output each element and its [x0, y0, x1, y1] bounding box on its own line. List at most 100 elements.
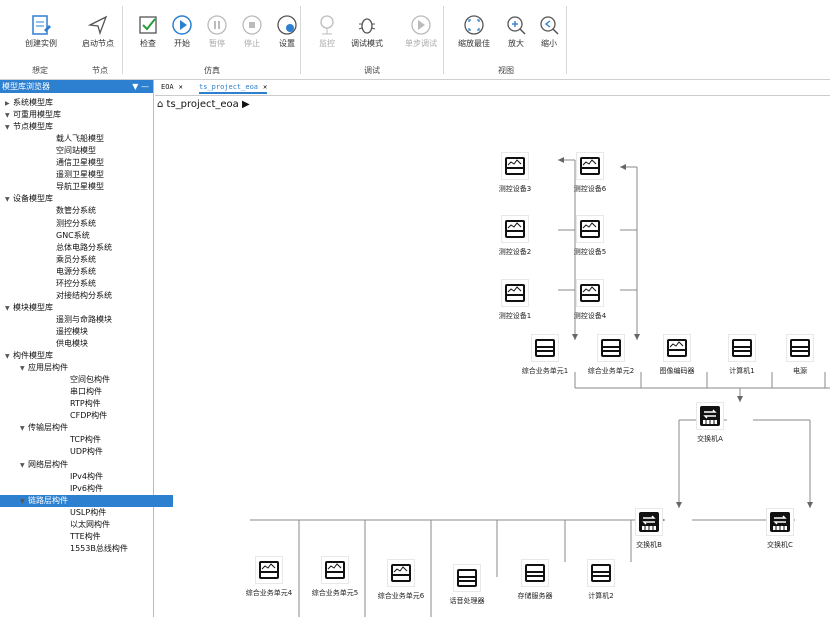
node-icon-box[interactable]: [696, 402, 724, 430]
tree-node[interactable]: 电源分系统: [56, 266, 96, 278]
node-icon-box[interactable]: [501, 215, 529, 243]
node-icon-box[interactable]: [521, 559, 549, 587]
tree-node-label: 遥测与命路模块: [56, 314, 112, 324]
tree-node[interactable]: 1553B总线构件: [70, 543, 128, 555]
node-icon-box[interactable]: [531, 334, 559, 362]
tree-node[interactable]: IPv6构件: [70, 483, 103, 495]
tree-node[interactable]: 供电模块: [56, 338, 88, 350]
tree-node[interactable]: 测控分系统: [56, 218, 96, 230]
tree-node[interactable]: ▼ 构件模型库: [5, 350, 53, 362]
chevron-down-icon[interactable]: ▼: [5, 303, 13, 315]
tree-node[interactable]: ▶ 系统模型库: [5, 97, 53, 109]
node-mk6[interactable]: 测控设备6: [545, 152, 635, 194]
node-icon-box[interactable]: [597, 334, 625, 362]
ribbon-toolbar: 创建实例 启动节点 检查 开始 暂停 停止 设置 监控 调试模式 单步调试 缩放最佳 放大 缩小 想定 …: [0, 0, 830, 80]
tree-node[interactable]: ▼ 应用层构件: [20, 362, 68, 374]
node-label: 测控设备5: [573, 248, 607, 256]
tree-node[interactable]: 数管分系统: [56, 205, 96, 217]
chevron-down-icon[interactable]: ▼: [20, 496, 28, 508]
group-label-node: 节点: [92, 66, 108, 75]
tree-node[interactable]: ▼ 传输层构件: [20, 422, 68, 434]
tree-node[interactable]: 乘员分系统: [56, 254, 96, 266]
create-instance-button[interactable]: 创建实例: [17, 4, 65, 49]
tree-node[interactable]: USLP构件: [70, 507, 106, 519]
tree-node[interactable]: 对接结构分系统: [56, 290, 112, 302]
chevron-down-icon[interactable]: ▼: [5, 122, 13, 134]
close-icon[interactable]: ✕: [263, 83, 267, 91]
group-label-scenario: 想定: [32, 66, 48, 75]
tree-node[interactable]: 串口构件: [70, 386, 102, 398]
chevron-right-icon[interactable]: ▶: [242, 99, 250, 110]
node-icon-box[interactable]: [576, 152, 604, 180]
tree-node[interactable]: 环控分系统: [56, 278, 96, 290]
tree-node[interactable]: ▼ 链路层构件: [0, 494, 173, 508]
node-icon-box[interactable]: [501, 279, 529, 307]
node-icon-box[interactable]: [786, 334, 814, 362]
node-pc2[interactable]: 计算机2: [556, 559, 646, 601]
node-icon-box[interactable]: [387, 559, 415, 587]
node-swB[interactable]: 交换机B: [604, 508, 694, 550]
node-icon-box[interactable]: [663, 334, 691, 362]
chevron-down-icon[interactable]: ▼: [20, 460, 28, 472]
chevron-down-icon[interactable]: ▼: [20, 363, 28, 375]
node-icon-box[interactable]: [321, 556, 349, 584]
tree-node-label: USLP构件: [70, 507, 107, 517]
tree-node[interactable]: CFDP构件: [70, 410, 107, 422]
device-icon: [580, 157, 600, 175]
node-icon-box[interactable]: [587, 559, 615, 587]
tree-node[interactable]: 遥控模块: [56, 326, 88, 338]
tree-node[interactable]: 总体电路分系统: [56, 242, 112, 254]
tree-node[interactable]: ▼ 节点模型库: [5, 121, 53, 133]
node-icon-box[interactable]: [453, 564, 481, 592]
tab-eoa[interactable]: EOA ✕: [161, 83, 183, 91]
tree-node[interactable]: ▼ 网络层构件: [20, 459, 68, 471]
topology-canvas[interactable]: 测控设备3 测控设备6 测控设备2 测控设备5 测控设备1 测控设备4 综合业务单元1 综合业…: [155, 112, 830, 617]
stop-icon: [242, 15, 262, 35]
tree-node[interactable]: 遥测与命路模块: [56, 314, 112, 326]
node-icon-box[interactable]: [766, 508, 794, 536]
node-icon-box[interactable]: [576, 279, 604, 307]
node-icon-box[interactable]: [635, 508, 663, 536]
close-icon[interactable]: ✕: [179, 83, 183, 91]
tree-node[interactable]: 空间站模型: [56, 145, 96, 157]
tree-node[interactable]: UDP构件: [70, 446, 103, 458]
tree-node[interactable]: 载人飞船模型: [56, 133, 104, 145]
tree-node[interactable]: GNC系统: [56, 230, 90, 242]
node-icon-box[interactable]: [501, 152, 529, 180]
step-button[interactable]: 单步调试: [397, 4, 445, 49]
home-icon[interactable]: ⌂: [157, 99, 163, 110]
tree-node[interactable]: IPv4构件: [70, 471, 103, 483]
node-mk5[interactable]: 测控设备5: [545, 215, 635, 257]
zoom-fit-button[interactable]: 缩放最佳: [450, 4, 498, 49]
tree-node-label: 网络层构件: [28, 459, 68, 469]
tree-node[interactable]: 以太网构件: [70, 519, 110, 531]
node-icon-box[interactable]: [255, 556, 283, 584]
tree-node[interactable]: TTE构件: [70, 531, 101, 543]
tree-node[interactable]: 导航卫星模型: [56, 181, 104, 193]
chevron-down-icon[interactable]: ▼: [20, 423, 28, 435]
tab-ts-project-eoa[interactable]: ts_project_eoa ✕: [199, 83, 268, 94]
breadcrumb-item[interactable]: ts_project_eoa: [167, 99, 239, 110]
node-mk4[interactable]: 测控设备4: [545, 279, 635, 321]
panel-controls[interactable]: ▼ —: [132, 80, 149, 93]
node-swC[interactable]: 交换机C: [735, 508, 825, 550]
tree-node[interactable]: RTP构件: [70, 398, 101, 410]
tree-node[interactable]: 通信卫星模型: [56, 157, 104, 169]
tree-node[interactable]: 遥测卫星模型: [56, 169, 104, 181]
tree-node-label: 可重用模型库: [13, 110, 61, 120]
send-button[interactable]: 启动节点: [74, 4, 122, 49]
node-pw[interactable]: 电源: [755, 334, 830, 376]
tree-node[interactable]: TCP构件: [70, 434, 101, 446]
chevron-down-icon[interactable]: ▼: [5, 351, 13, 363]
node-icon-box[interactable]: [576, 215, 604, 243]
device-icon: [325, 561, 345, 579]
node-swA[interactable]: 交换机A: [665, 402, 755, 444]
tree-node[interactable]: ▼ 设备模型库: [5, 193, 53, 205]
chevron-down-icon[interactable]: ▼: [5, 194, 13, 206]
bug-button[interactable]: 调试模式: [343, 4, 391, 49]
tree-node[interactable]: ▼ 模块模型库: [5, 302, 53, 314]
tree-node[interactable]: 空间包构件: [70, 374, 110, 386]
device-icon: [505, 220, 525, 238]
tree-node[interactable]: ▼ 可重用模型库: [5, 109, 61, 121]
node-icon-box[interactable]: [728, 334, 756, 362]
